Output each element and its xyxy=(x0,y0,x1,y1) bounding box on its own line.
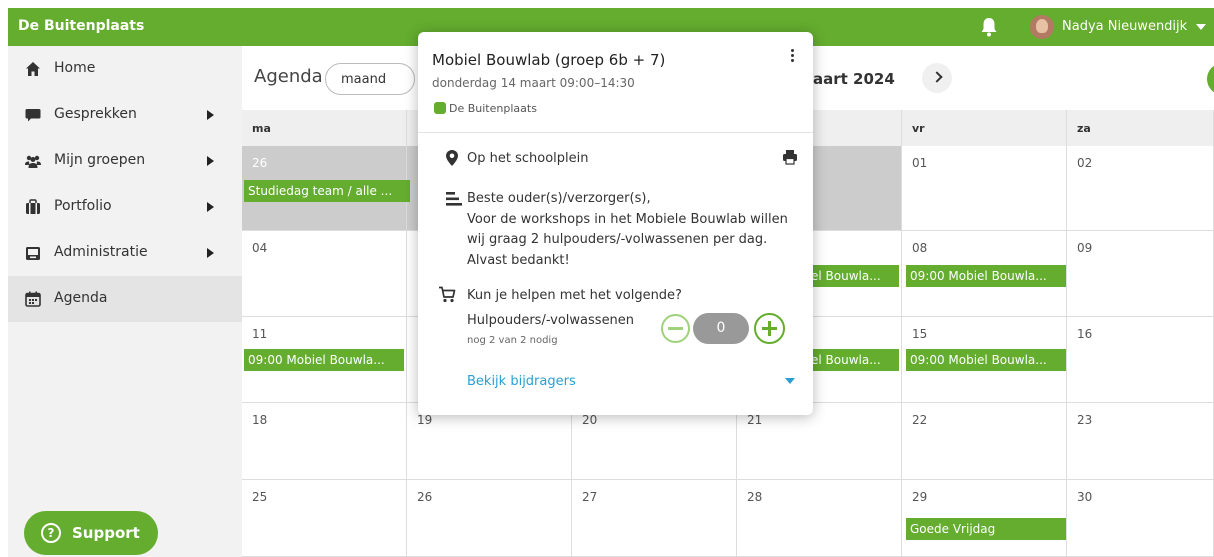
helper-need: nog 2 van 2 nodig xyxy=(467,335,558,346)
sidebar-item-label: Gesprekken xyxy=(54,106,137,122)
school-name[interactable]: De Buitenplaats xyxy=(18,18,144,34)
day-cell[interactable]: 04 xyxy=(242,231,407,317)
chevron-right-icon xyxy=(207,156,214,166)
decrement-button[interactable] xyxy=(661,314,690,343)
text-align-icon xyxy=(446,192,462,206)
location-pin-icon xyxy=(446,150,458,166)
chevron-right-icon xyxy=(207,110,214,120)
sidebar-item-label: Administratie xyxy=(54,244,148,260)
day-cell[interactable]: 30 xyxy=(1067,480,1214,557)
sidebar-item-agenda[interactable]: Agenda xyxy=(8,276,242,322)
chevron-down-icon[interactable] xyxy=(785,378,795,384)
inbox-icon xyxy=(26,247,40,260)
calendar-event[interactable]: Goede Vrijdag xyxy=(906,518,1066,540)
chevron-right-icon xyxy=(207,202,214,212)
sidebar-item-administratie[interactable]: Administratie xyxy=(8,230,242,276)
support-label: Support xyxy=(72,524,140,542)
bell-icon[interactable] xyxy=(980,17,998,37)
print-icon[interactable] xyxy=(782,149,798,165)
help-icon: ? xyxy=(41,523,61,543)
event-title: Mobiel Bouwlab (groep 6b + 7) xyxy=(432,51,666,69)
user-name[interactable]: Nadya Nieuwendijk xyxy=(1062,19,1187,34)
more-vertical-icon[interactable] xyxy=(791,49,795,63)
calendar-color-dot xyxy=(434,102,446,114)
calendar-event[interactable]: 09:00 Mobiel Bouwla... xyxy=(906,349,1066,371)
users-icon xyxy=(25,155,41,168)
event-calendar: De Buitenplaats xyxy=(449,102,537,115)
sidebar-item-label: Mijn groepen xyxy=(54,152,146,168)
portfolio-icon xyxy=(26,199,40,214)
page-title: Agenda xyxy=(254,66,323,87)
sidebar-item-mijn-groepen[interactable]: Mijn groepen xyxy=(8,138,242,184)
next-month-button[interactable] xyxy=(922,63,952,93)
day-cell[interactable]: 27 xyxy=(572,480,737,557)
day-cell[interactable]: 02 xyxy=(1067,146,1214,231)
cart-icon xyxy=(439,286,456,303)
divider xyxy=(418,132,813,133)
sidebar-item-label: Home xyxy=(54,60,96,76)
day-header: ma xyxy=(242,110,407,146)
view-select[interactable]: maand xyxy=(325,63,415,95)
calendar-event[interactable]: el Bouwla... xyxy=(807,265,899,287)
chat-icon xyxy=(25,109,41,122)
sidebar-item-home[interactable]: Home xyxy=(8,46,242,92)
view-contributors-link[interactable]: Bekijk bijdragers xyxy=(467,374,576,389)
calendar-event[interactable]: 09:00 Mobiel Bouwla... xyxy=(906,265,1066,287)
day-cell[interactable]: 22 xyxy=(902,403,1067,480)
sidebar: Home Gesprekken Mijn groepen Portfolio A… xyxy=(8,46,242,557)
help-question: Kun je helpen met het volgende? xyxy=(467,288,682,303)
day-header: vr xyxy=(902,110,1067,146)
helper-count: 0 xyxy=(693,313,749,344)
support-button[interactable]: ? Support xyxy=(24,511,158,555)
day-cell[interactable]: 25 xyxy=(242,480,407,557)
sidebar-item-label: Agenda xyxy=(54,290,108,306)
day-cell[interactable]: 28 xyxy=(737,480,902,557)
home-icon xyxy=(26,62,40,76)
event-popup: Mobiel Bouwlab (groep 6b + 7) donderdag … xyxy=(418,32,813,415)
day-cell[interactable]: 23 xyxy=(1067,403,1214,480)
day-cell[interactable]: 18 xyxy=(242,403,407,480)
day-header: za xyxy=(1067,110,1214,146)
event-date: donderdag 14 maart 09:00–14:30 xyxy=(432,76,635,90)
day-cell[interactable]: 16 xyxy=(1067,317,1214,403)
calendar-event[interactable]: 09:00 Mobiel Bouwla... xyxy=(244,349,404,371)
increment-button[interactable] xyxy=(754,313,785,344)
day-cell[interactable]: 09 xyxy=(1067,231,1214,317)
avatar[interactable] xyxy=(1030,15,1054,39)
chevron-down-icon[interactable] xyxy=(1196,24,1206,30)
sidebar-item-gesprekken[interactable]: Gesprekken xyxy=(8,92,242,138)
calendar-event[interactable]: Studiedag team / alle ... xyxy=(244,180,410,202)
calendar-event[interactable]: el Bouwla... xyxy=(807,349,899,371)
sidebar-item-portfolio[interactable]: Portfolio xyxy=(8,184,242,230)
sidebar-item-label: Portfolio xyxy=(54,198,112,214)
month-label: aart 2024 xyxy=(813,70,895,88)
chevron-right-icon xyxy=(207,248,214,258)
day-cell[interactable]: 01 xyxy=(902,146,1067,231)
event-location: Op het schoolplein xyxy=(467,151,589,166)
add-button[interactable] xyxy=(1207,63,1214,95)
helper-label: Hulpouders/-volwassenen xyxy=(467,313,635,328)
event-description: Beste ouder(s)/verzorger(s), Voor de wor… xyxy=(467,191,788,268)
day-cell[interactable]: 26 xyxy=(407,480,572,557)
calendar-icon xyxy=(25,291,41,307)
